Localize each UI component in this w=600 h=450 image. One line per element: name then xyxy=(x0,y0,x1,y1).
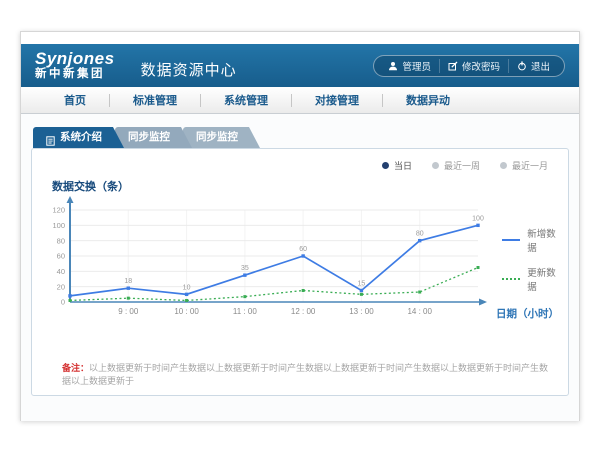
svg-text:80: 80 xyxy=(57,236,65,245)
radio-label: 当日 xyxy=(394,159,412,172)
legend-item-1: 更新数据 xyxy=(502,265,556,293)
svg-text:15: 15 xyxy=(358,281,366,288)
app-window: Synjones 新中新集团 数据资源中心 管理员修改密码退出 首页标准管理系统… xyxy=(20,31,580,421)
user-menu-label: 修改密码 xyxy=(462,59,500,73)
x-axis-title: 日期（小时） xyxy=(496,306,559,321)
edit-icon xyxy=(448,61,458,71)
nav-item-1[interactable]: 标准管理 xyxy=(110,92,200,108)
footer-note: 备注：以上数据更新于时间产生数据以上数据更新于时间产生数据以上数据更新于时间产生… xyxy=(44,362,556,387)
legend-line-icon xyxy=(502,278,520,280)
svg-text:120: 120 xyxy=(52,206,65,215)
legend-line-icon xyxy=(502,239,520,241)
nav-item-0[interactable]: 首页 xyxy=(41,92,109,108)
svg-text:60: 60 xyxy=(57,252,65,261)
user-icon xyxy=(388,61,398,71)
legend-label: 新增数据 xyxy=(527,226,556,254)
svg-text:11 : 00: 11 : 00 xyxy=(233,307,257,316)
svg-text:100: 100 xyxy=(52,221,65,230)
user-menu-label: 退出 xyxy=(531,59,550,73)
svg-text:13 : 00: 13 : 00 xyxy=(349,307,374,316)
svg-text:0: 0 xyxy=(61,298,65,307)
radio-option-1[interactable]: 最近一周 xyxy=(432,159,480,172)
content-area: 系统介绍 同步监控 同步监控 当日 最近一周 最近一月 数据交换（条） 0 20 40 60 8… xyxy=(21,114,579,421)
main-nav: 首页标准管理系统管理对接管理数据异动 xyxy=(21,87,579,114)
note-label: 备注： xyxy=(62,363,89,373)
radio-dot-icon xyxy=(500,162,507,169)
radio-label: 最近一月 xyxy=(512,159,548,172)
nav-item-4[interactable]: 数据异动 xyxy=(383,92,473,108)
radio-label: 最近一周 xyxy=(444,159,480,172)
tab-bar: 系统介绍 同步监控 同步监控 xyxy=(33,127,569,148)
user-menu-item-0[interactable]: 管理员 xyxy=(380,59,439,73)
svg-text:80: 80 xyxy=(416,231,424,238)
y-axis-title: 数据交换（条） xyxy=(52,178,556,194)
svg-text:10 : 00: 10 : 00 xyxy=(174,307,199,316)
svg-text:12 : 00: 12 : 00 xyxy=(291,307,316,316)
tab-label: 同步监控 xyxy=(196,127,238,148)
chart-container: 0 20 40 60 80 100 120 9 : 00 10 : 00 11 : 00 12 : … xyxy=(44,196,556,338)
logo-brand-text: Synjones xyxy=(35,50,115,67)
svg-text:14 : 00: 14 : 00 xyxy=(407,307,432,316)
chart-legend: 新增数据更新数据 xyxy=(502,226,556,293)
svg-text:40: 40 xyxy=(57,267,65,276)
svg-text:18: 18 xyxy=(124,278,132,285)
svg-text:100: 100 xyxy=(472,215,484,222)
radio-option-0[interactable]: 当日 xyxy=(382,159,412,172)
user-menu-item-2[interactable]: 退出 xyxy=(508,59,558,73)
user-menu: 管理员 修改密码 退出 xyxy=(373,55,565,77)
chart-card: 当日 最近一周 最近一月 数据交换（条） 0 20 40 60 80 100 120 9 : 00… xyxy=(31,148,569,396)
radio-dot-icon xyxy=(432,162,439,169)
svg-text:9 : 00: 9 : 00 xyxy=(118,307,139,316)
app-header: Synjones 新中新集团 数据资源中心 管理员 修改密码 退出 xyxy=(21,44,579,87)
tab-label: 系统介绍 xyxy=(60,127,102,148)
svg-text:10: 10 xyxy=(183,284,191,291)
note-text: 以上数据更新于时间产生数据以上数据更新于时间产生数据以上数据更新于时间产生数据以… xyxy=(62,363,548,386)
nav-item-3[interactable]: 对接管理 xyxy=(292,92,382,108)
logo-company-name: 新中新集团 xyxy=(35,69,115,81)
svg-text:60: 60 xyxy=(299,246,307,253)
tab-0[interactable]: 系统介绍 xyxy=(33,127,124,148)
tab-label: 同步监控 xyxy=(128,127,170,148)
radio-dot-icon xyxy=(382,162,389,169)
legend-item-0: 新增数据 xyxy=(502,226,556,254)
company-logo: Synjones 新中新集团 xyxy=(35,50,115,81)
tab-2[interactable]: 同步监控 xyxy=(183,127,260,148)
nav-item-2[interactable]: 系统管理 xyxy=(201,92,291,108)
line-chart: 0 20 40 60 80 100 120 9 : 00 10 : 00 11 : 00 12 : … xyxy=(44,196,488,328)
window-top-strip xyxy=(21,32,579,44)
user-menu-item-1[interactable]: 修改密码 xyxy=(439,59,508,73)
svg-text:20: 20 xyxy=(57,282,65,291)
user-menu-label: 管理员 xyxy=(402,59,431,73)
page-title: 数据资源中心 xyxy=(141,59,237,80)
doc-icon xyxy=(46,133,55,143)
power-icon xyxy=(517,61,527,71)
legend-label: 更新数据 xyxy=(527,265,556,293)
tab-1[interactable]: 同步监控 xyxy=(115,127,192,148)
time-range-filter: 当日 最近一周 最近一月 xyxy=(44,155,556,172)
radio-option-2[interactable]: 最近一月 xyxy=(500,159,548,172)
svg-text:35: 35 xyxy=(241,265,249,272)
